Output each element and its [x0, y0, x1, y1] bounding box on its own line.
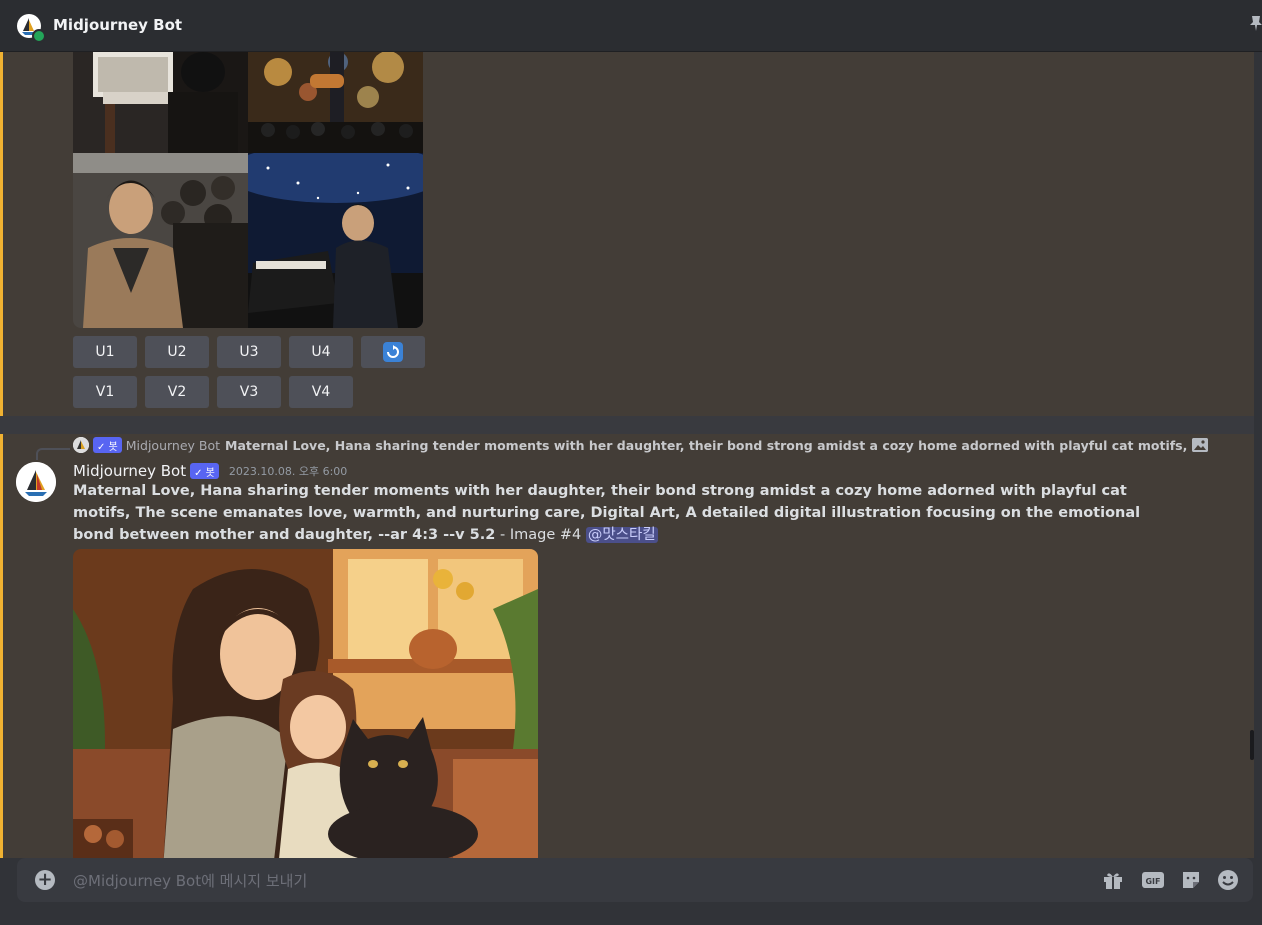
grid-image-4[interactable] — [248, 153, 423, 328]
v1-button[interactable]: V1 — [73, 376, 137, 408]
image-suffix: - Image #4 — [495, 527, 586, 543]
reply-author[interactable]: Midjourney Bot — [126, 438, 220, 453]
u3-button[interactable]: U3 — [217, 336, 281, 368]
grid-image-2[interactable] — [248, 52, 423, 153]
v4-button[interactable]: V4 — [289, 376, 353, 408]
author-avatar[interactable] — [16, 462, 56, 502]
v2-button[interactable]: V2 — [145, 376, 209, 408]
gift-icon[interactable] — [1102, 869, 1124, 891]
channel-title: Midjourney Bot — [53, 16, 183, 34]
gif-icon[interactable]: GIF — [1141, 869, 1164, 891]
user-mention[interactable]: @맛스타킬 — [585, 527, 658, 543]
plus-icon[interactable]: + — [35, 870, 55, 890]
message-divider — [0, 416, 1254, 434]
bot-tag: ✓ 봇 — [93, 437, 122, 453]
message-list[interactable]: U1 U2 U3 U4 V1 V2 V3 V4 ✓ 봇 Midjourney B… — [0, 52, 1254, 858]
scrollbar-thumb[interactable] — [1250, 730, 1254, 760]
mention-highlight-bar — [0, 52, 3, 416]
v3-button[interactable]: V3 — [217, 376, 281, 408]
reply-spine — [36, 448, 70, 460]
attachment-image[interactable] — [73, 549, 538, 858]
reply-preview[interactable]: ✓ 봇 Midjourney Bot Maternal Love, Hana s… — [73, 436, 1208, 454]
u2-button[interactable]: U2 — [145, 336, 209, 368]
pin-icon[interactable] — [1248, 14, 1262, 34]
message-timestamp[interactable]: 2023.10.08. 오후 6:00 — [229, 463, 347, 479]
author-name[interactable]: Midjourney Bot — [73, 462, 186, 480]
message-input[interactable]: + @Midjourney Bot에 메시지 보내기 GIF — [17, 858, 1253, 902]
message-content: Maternal Love, Hana sharing tender momen… — [73, 480, 1183, 546]
svg-text:GIF: GIF — [1145, 877, 1160, 886]
sticker-icon[interactable] — [1180, 869, 1202, 891]
u4-button[interactable]: U4 — [289, 336, 353, 368]
emoji-icon[interactable] — [1217, 869, 1239, 891]
u1-button[interactable]: U1 — [73, 336, 137, 368]
grid-image-1[interactable] — [73, 52, 248, 153]
message-header: Midjourney Bot ✓ 봇 2023.10.08. 오후 6:00 — [73, 460, 347, 482]
reroll-button[interactable] — [361, 336, 425, 368]
refresh-icon — [383, 342, 403, 362]
composer: + @Midjourney Bot에 메시지 보내기 GIF — [0, 858, 1262, 925]
channel-header: Midjourney Bot — [0, 0, 1262, 52]
online-status-icon — [32, 29, 46, 43]
image-grid[interactable] — [73, 52, 423, 328]
reply-text[interactable]: Maternal Love, Hana sharing tender momen… — [225, 438, 1188, 453]
image-icon — [1192, 438, 1208, 452]
bot-tag: ✓ 봇 — [190, 463, 219, 479]
grid-image-3[interactable] — [73, 153, 248, 328]
message-input-placeholder[interactable]: @Midjourney Bot에 메시지 보내기 — [73, 870, 307, 891]
reply-avatar — [73, 437, 89, 453]
mention-highlight-bar — [0, 434, 3, 858]
